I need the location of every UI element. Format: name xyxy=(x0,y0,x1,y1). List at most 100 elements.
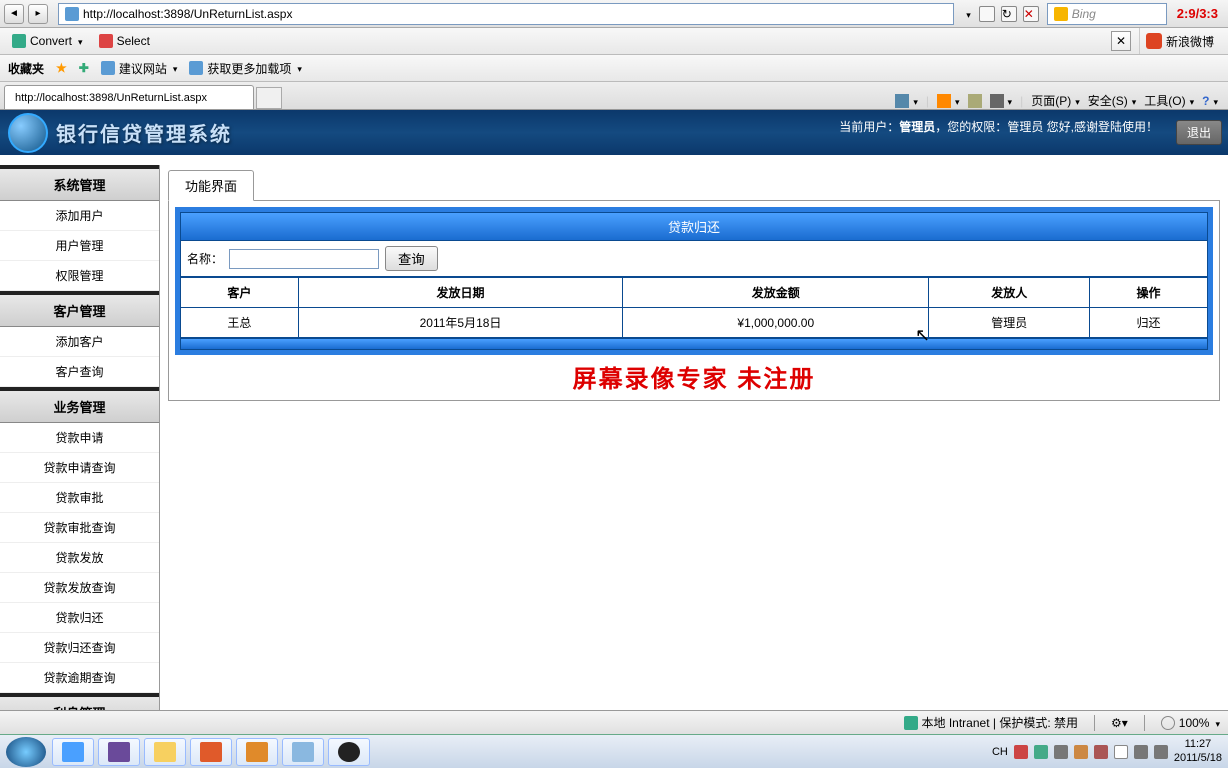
user-status: 当前用户：管理员，您的权限：管理员 您好,感谢登陆使用！ xyxy=(839,118,1158,135)
sidebar-item-loan-return[interactable]: 贷款归还 xyxy=(0,603,159,633)
ime-indicator[interactable]: CH xyxy=(992,746,1008,758)
exit-button[interactable]: 退出 xyxy=(1176,120,1222,145)
content-area: 功能界面 贷款归还 名称： 查询 客户 发放日期 发放金额 发放人 xyxy=(160,165,1228,740)
sidebar-item-loan-issue-query[interactable]: 贷款发放查询 xyxy=(0,573,159,603)
print-button[interactable] xyxy=(990,94,1013,108)
url-field[interactable]: http://localhost:3898/UnReturnList.aspx xyxy=(58,3,954,25)
sidebar-item-customer-query[interactable]: 客户查询 xyxy=(0,357,159,387)
tools-menu[interactable]: 工具(O) xyxy=(1144,92,1194,109)
weibo-button[interactable]: 新浪微博 xyxy=(1139,28,1220,54)
task-qq[interactable] xyxy=(328,738,370,766)
new-tab-button[interactable] xyxy=(256,87,282,109)
tray-icon[interactable] xyxy=(1054,745,1068,759)
ie-page-icon xyxy=(189,61,203,75)
favorites-label: 收藏夹 xyxy=(8,60,44,77)
task-app1[interactable] xyxy=(190,738,232,766)
loan-return-panel: 贷款归还 名称： 查询 客户 发放日期 发放金额 发放人 操作 xyxy=(175,207,1213,355)
zoom-control[interactable]: 100% xyxy=(1161,716,1220,730)
address-bar: ◄ ▸ http://localhost:3898/UnReturnList.a… xyxy=(0,0,1228,28)
select-button[interactable]: Select xyxy=(95,32,154,50)
tray-icon[interactable] xyxy=(1014,745,1028,759)
back-button[interactable]: ◄ xyxy=(4,4,24,24)
start-button[interactable] xyxy=(6,737,46,767)
task-notepad[interactable] xyxy=(282,738,324,766)
help-button[interactable]: ? xyxy=(1202,94,1218,108)
task-app2[interactable] xyxy=(236,738,278,766)
app-title: 银行信贷管理系统 xyxy=(56,118,232,147)
th-date: 发放日期 xyxy=(298,278,622,308)
taskbar: CH 11:27 2011/5/18 xyxy=(0,734,1228,768)
tab-title: http://localhost:3898/UnReturnList.aspx xyxy=(15,92,207,104)
sidebar-item-loan-return-query[interactable]: 贷款归还查询 xyxy=(0,633,159,663)
tray-icon[interactable] xyxy=(1074,745,1088,759)
url-actions: ↻ ✕ xyxy=(975,6,1043,22)
sidebar-item-loan-approve[interactable]: 贷款审批 xyxy=(0,483,159,513)
flag-icon[interactable] xyxy=(1114,745,1128,759)
convert-button[interactable]: Convert xyxy=(8,32,87,50)
convert-icon xyxy=(12,34,26,48)
fav-suggested-sites[interactable]: 建议网站 xyxy=(101,60,178,77)
url-dropdown-icon[interactable] xyxy=(964,7,971,21)
sidebar-item-loan-overdue-query[interactable]: 贷款逾期查询 xyxy=(0,663,159,693)
sidebar-group-business[interactable]: 业务管理 xyxy=(0,391,159,423)
cell-customer: 王总 xyxy=(181,308,299,338)
app-logo-icon xyxy=(8,113,48,153)
compat-icon[interactable] xyxy=(979,6,995,22)
fav-get-addons[interactable]: 获取更多加载项 xyxy=(189,60,302,77)
forward-button[interactable]: ▸ xyxy=(28,4,48,24)
query-button[interactable]: 查询 xyxy=(385,246,438,271)
task-explorer[interactable] xyxy=(144,738,186,766)
sidebar-item-loan-issue[interactable]: 贷款发放 xyxy=(0,543,159,573)
search-box[interactable]: Bing xyxy=(1047,3,1167,25)
tray-icon[interactable] xyxy=(1034,745,1048,759)
home-button[interactable] xyxy=(895,94,918,108)
select-label: Select xyxy=(117,34,150,48)
content-tab[interactable]: 功能界面 xyxy=(168,170,254,201)
sidebar: 系统管理 添加用户 用户管理 权限管理 客户管理 添加客户 客户查询 业务管理 … xyxy=(0,165,160,740)
sidebar-item-user-manage[interactable]: 用户管理 xyxy=(0,231,159,261)
sidebar-item-loan-apply[interactable]: 贷款申请 xyxy=(0,423,159,453)
sidebar-item-add-customer[interactable]: 添加客户 xyxy=(0,327,159,357)
network-icon[interactable] xyxy=(1134,745,1148,759)
ie-page-icon xyxy=(101,61,115,75)
name-input[interactable] xyxy=(229,249,379,269)
th-action: 操作 xyxy=(1090,278,1208,308)
sidebar-item-loan-approve-query[interactable]: 贷款审批查询 xyxy=(0,513,159,543)
globe-icon xyxy=(904,716,918,730)
sidebar-item-add-user[interactable]: 添加用户 xyxy=(0,201,159,231)
toolbar-close-button[interactable]: ✕ xyxy=(1111,31,1131,51)
loan-table: 客户 发放日期 发放金额 发放人 操作 王总 2011年5月18日 ¥1,000… xyxy=(180,277,1208,338)
watermark-text: 屏幕录像专家 未注册 xyxy=(175,359,1213,394)
page-tab[interactable]: http://localhost:3898/UnReturnList.aspx xyxy=(4,85,254,109)
search-engine-label: Bing xyxy=(1072,7,1096,21)
safety-menu[interactable]: 安全(S) xyxy=(1088,92,1137,109)
toolbar-convert: Convert Select ✕ 新浪微博 xyxy=(0,28,1228,55)
search-label: 名称： xyxy=(187,250,223,267)
tab-strip: http://localhost:3898/UnReturnList.aspx … xyxy=(0,82,1228,110)
weibo-icon xyxy=(1146,33,1162,49)
add-favorite-icon[interactable]: ✚ xyxy=(79,61,89,75)
sidebar-item-perm-manage[interactable]: 权限管理 xyxy=(0,261,159,291)
feeds-button[interactable] xyxy=(937,94,960,108)
page-menu[interactable]: 页面(P) xyxy=(1031,92,1080,109)
task-desktop[interactable] xyxy=(98,738,140,766)
command-bar: | | 页面(P) 安全(S) 工具(O) ? xyxy=(885,92,1228,109)
browser-status-bar: 本地 Intranet | 保护模式: 禁用 ⚙▾ 100% xyxy=(0,710,1228,734)
tray-icon[interactable] xyxy=(1094,745,1108,759)
panel-footer-strip xyxy=(180,338,1208,350)
protected-mode-icon[interactable]: ⚙▾ xyxy=(1111,716,1128,730)
cell-action[interactable]: 归还 xyxy=(1090,308,1208,338)
stop-icon[interactable]: ✕ xyxy=(1023,6,1039,22)
volume-icon[interactable] xyxy=(1154,745,1168,759)
sidebar-item-loan-apply-query[interactable]: 贷款申请查询 xyxy=(0,453,159,483)
main-layout: 系统管理 添加用户 用户管理 权限管理 客户管理 添加客户 客户查询 业务管理 … xyxy=(0,165,1228,740)
sidebar-group-customer[interactable]: 客户管理 xyxy=(0,295,159,327)
search-row: 名称： 查询 xyxy=(180,241,1208,277)
sidebar-group-system[interactable]: 系统管理 xyxy=(0,169,159,201)
mail-button[interactable] xyxy=(968,94,982,108)
refresh-icon[interactable]: ↻ xyxy=(1001,6,1017,22)
section-title: 贷款归还 xyxy=(180,212,1208,241)
ie-icon xyxy=(65,7,79,21)
clock[interactable]: 11:27 2011/5/18 xyxy=(1174,738,1222,764)
task-ie[interactable] xyxy=(52,738,94,766)
